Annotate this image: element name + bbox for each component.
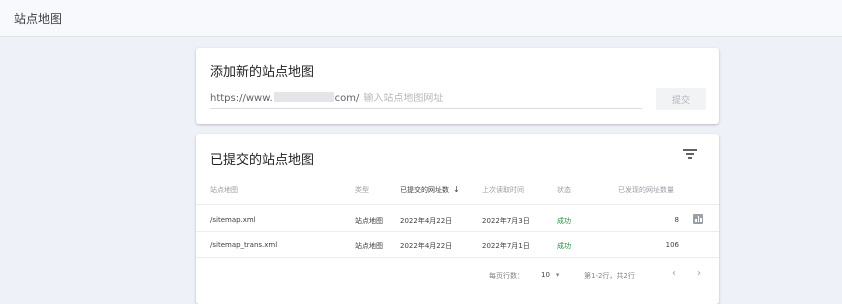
row-1-submitted: 2022年4月22日 (400, 217, 453, 225)
row-2-type: 站点地图 (355, 242, 383, 250)
row-1-last-read: 2022年7月3日 (482, 217, 530, 225)
rows-per-page-value: 10 (541, 271, 550, 279)
row-2-last-read: 2022年7月1日 (482, 242, 530, 250)
row-divider (196, 204, 719, 205)
page-title: 站点地图 (14, 12, 63, 26)
rows-per-page-label: 每页行数： (489, 272, 524, 280)
row-2-discovered: 106 (665, 241, 679, 249)
submitted-sitemaps-title: 已提交的站点地图 (210, 153, 315, 168)
row-divider (196, 231, 719, 232)
row-divider (196, 257, 719, 258)
bar-chart-icon[interactable] (693, 214, 703, 224)
submit-button[interactable]: 提交 (656, 88, 706, 110)
arrow-down-icon: ↓ (453, 185, 460, 194)
column-header-discovered[interactable]: 已发现的网址数量 (618, 185, 674, 195)
row-1-sitemap[interactable]: /sitemap.xml (210, 216, 256, 224)
row-1-type: 站点地图 (355, 217, 383, 225)
row-2-status: 成功 (557, 242, 571, 250)
url-prefix: https://www. (210, 93, 273, 104)
chevron-right-icon[interactable]: › (697, 268, 701, 279)
row-1-status: 成功 (557, 217, 571, 225)
submitted-sitemaps-card: 已提交的站点地图 站点地图 类型 已提交的网址数 ↓ 上次读取时间 状态 已发现的… (196, 134, 719, 304)
url-suffix: com/ (334, 93, 360, 104)
row-2-submitted: 2022年4月22日 (400, 242, 453, 250)
add-sitemap-title: 添加新的站点地图 (210, 65, 315, 80)
column-header-status[interactable]: 状态 (557, 185, 571, 195)
dropdown-caret-icon: ▾ (555, 271, 560, 279)
column-header-type[interactable]: 类型 (355, 185, 369, 195)
pagination-range: 第1-2行，共2行 (584, 272, 635, 280)
rows-per-page-select[interactable]: 10 ▾ (541, 271, 559, 279)
add-sitemap-card: 添加新的站点地图 https://www. com/ 提交 (196, 48, 719, 124)
row-2-sitemap[interactable]: /sitemap_trans.xml (210, 241, 277, 249)
column-header-last-read[interactable]: 上次读取时间 (482, 185, 524, 195)
sitemap-url-input[interactable] (363, 93, 544, 104)
column-header-submitted-label: 已提交的网址数 (400, 186, 449, 194)
column-header-submitted[interactable]: 已提交的网址数 ↓ (400, 185, 460, 195)
header-bar: 站点地图 (0, 0, 842, 37)
sitemap-url-field: https://www. com/ (210, 90, 642, 109)
chevron-left-icon[interactable]: ‹ (672, 268, 676, 279)
row-1-discovered: 8 (674, 216, 679, 224)
redacted-domain (273, 92, 334, 102)
column-header-sitemap[interactable]: 站点地图 (210, 185, 238, 195)
filter-icon[interactable] (683, 148, 697, 160)
